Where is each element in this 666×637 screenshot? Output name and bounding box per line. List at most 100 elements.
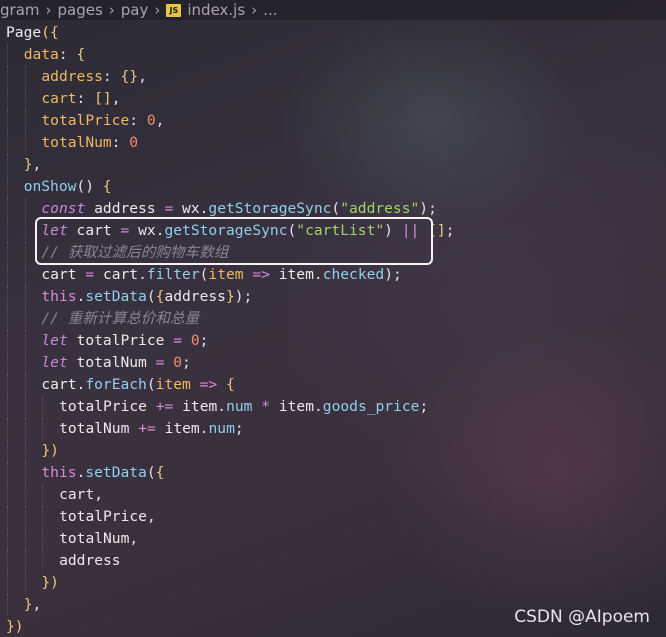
code-token-punc xyxy=(68,222,77,239)
code-token-num: 0 xyxy=(129,134,139,151)
indent-guide xyxy=(24,374,26,396)
code-line[interactable]: totalNum += item.num; xyxy=(59,418,244,440)
code-line[interactable]: // 获取过滤后的购物车数组 xyxy=(41,242,228,264)
code-line[interactable]: cart = cart.filter(item => item.checked)… xyxy=(41,264,401,286)
code-token-op: = xyxy=(85,266,95,283)
code-line[interactable]: totalPrice, xyxy=(59,506,156,528)
code-line[interactable]: cart: [], xyxy=(41,88,120,110)
code-token-fn: getStorageSync xyxy=(208,200,332,217)
code-token-num: 0 xyxy=(173,354,183,371)
code-token-punc: : xyxy=(129,112,147,129)
code-token-id: address xyxy=(59,552,121,569)
code-line[interactable]: let totalNum = 0; xyxy=(41,352,190,374)
code-token-id: totalNum xyxy=(76,354,147,371)
js-file-icon: JS xyxy=(166,4,182,17)
indent-guide xyxy=(7,264,8,286)
breadcrumb-item-pay[interactable]: pay xyxy=(121,0,149,20)
code-line[interactable]: totalNum, xyxy=(59,528,138,550)
code-line[interactable]: }) xyxy=(41,572,59,594)
code-token-id: cart xyxy=(59,486,95,503)
code-line[interactable]: }) xyxy=(6,616,24,637)
code-token-kwi: let xyxy=(41,222,68,239)
code-token-id: totalNum xyxy=(59,530,130,547)
code-line[interactable]: this.setData({address}); xyxy=(41,286,252,308)
code-line[interactable]: onShow() { xyxy=(24,176,112,198)
indent-guide xyxy=(24,352,26,374)
code-line[interactable]: Page({ xyxy=(6,22,59,44)
code-token-punc: ); xyxy=(384,266,402,283)
code-token-prop: cart xyxy=(41,90,77,107)
code-editor[interactable]: gram › pages › pay › JS index.js ›... Page({data… xyxy=(0,0,666,637)
code-token-id: item xyxy=(278,398,314,415)
indent-guide xyxy=(7,440,8,462)
code-token-num: 0 xyxy=(190,332,200,349)
code-line[interactable]: address: {}, xyxy=(41,66,146,88)
code-line[interactable]: let cart = wx.getStorageSync("cartList")… xyxy=(41,220,454,242)
code-token-punc: . xyxy=(138,266,147,283)
code-token-punc xyxy=(94,266,103,283)
code-token-punc: , xyxy=(111,90,121,107)
code-token-punc: ; xyxy=(419,398,429,415)
code-token-num: 0 xyxy=(146,112,156,129)
code-line[interactable]: totalPrice += item.num * item.goods_pric… xyxy=(59,396,428,418)
code-line[interactable]: // 重新计算总价和总量 xyxy=(41,308,199,330)
code-token-punc xyxy=(419,222,428,239)
code-line[interactable]: }, xyxy=(24,154,42,176)
code-token-kwi: let xyxy=(41,332,68,349)
code-line[interactable]: totalPrice: 0, xyxy=(41,110,164,132)
indent-guide xyxy=(7,528,8,550)
code-token-op: => xyxy=(199,376,218,393)
code-line[interactable]: address xyxy=(59,550,121,572)
code-line[interactable]: cart, xyxy=(59,484,103,506)
breadcrumb-file[interactable]: index.js xyxy=(187,0,245,20)
breadcrumb-item-pages[interactable]: pages xyxy=(58,0,103,20)
indent-guide xyxy=(7,308,8,330)
code-token-brace: }) xyxy=(41,574,59,591)
indent-guide xyxy=(42,418,44,440)
indent-guide xyxy=(24,220,26,242)
code-token-fn: filter xyxy=(146,266,200,283)
code-token-op: += xyxy=(138,420,156,437)
indent-guide xyxy=(7,418,8,440)
code-token-fn: onShow xyxy=(23,178,77,195)
indent-guide xyxy=(7,154,8,176)
code-token-punc xyxy=(129,420,138,437)
code-token-id: wx xyxy=(182,200,200,217)
code-token-punc xyxy=(156,420,165,437)
code-line[interactable]: data: { xyxy=(24,44,86,66)
code-line[interactable]: }, xyxy=(24,594,42,616)
code-token-op: = xyxy=(164,200,174,217)
code-line[interactable]: totalNum: 0 xyxy=(41,132,138,154)
indent-guide xyxy=(7,88,8,110)
indent-guide xyxy=(24,286,26,308)
code-token-punc xyxy=(147,398,156,415)
code-token-punc: : xyxy=(58,46,77,63)
code-token-punc xyxy=(191,376,200,393)
indent-guide xyxy=(24,550,26,572)
code-line[interactable]: }) xyxy=(41,440,59,462)
code-token-brace: {} xyxy=(120,68,139,85)
chevron-right-icon: › xyxy=(251,1,258,19)
indent-guide xyxy=(7,220,8,242)
code-line[interactable]: cart.forEach(item => { xyxy=(41,374,234,396)
code-token-id: item xyxy=(278,266,314,283)
indent-guide xyxy=(7,462,8,484)
code-line[interactable]: const address = wx.getStorageSync("addre… xyxy=(41,198,436,220)
code-area[interactable]: Page({data: {address: {}, cart: [], totalP… xyxy=(0,22,666,637)
code-token-punc xyxy=(85,200,94,217)
code-token-kwi: let xyxy=(41,354,68,371)
code-line[interactable]: let totalPrice = 0; xyxy=(41,330,208,352)
code-token-prop: data xyxy=(23,46,59,63)
code-token-punc xyxy=(164,332,173,349)
code-token-kw: this xyxy=(41,464,77,481)
code-token-punc: ( xyxy=(287,222,297,239)
code-token-prop: totalNum xyxy=(41,134,112,151)
code-token-punc: ; xyxy=(234,420,244,437)
code-token-prop: address xyxy=(41,68,103,85)
code-token-id: cart xyxy=(41,266,77,283)
code-token-id: address xyxy=(94,200,156,217)
code-line[interactable]: this.setData({ xyxy=(41,462,164,484)
code-token-punc xyxy=(182,332,191,349)
breadcrumb-item-gram[interactable]: gram xyxy=(0,0,40,20)
breadcrumb-trail[interactable]: ... xyxy=(263,0,277,20)
